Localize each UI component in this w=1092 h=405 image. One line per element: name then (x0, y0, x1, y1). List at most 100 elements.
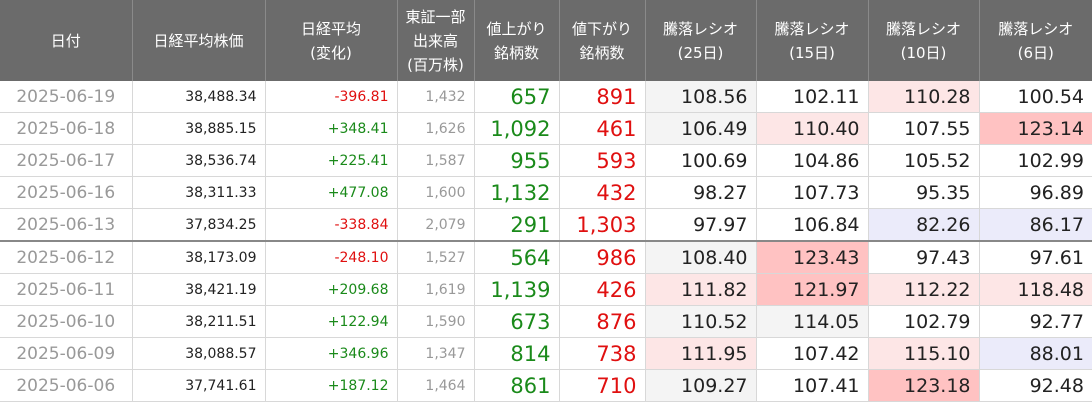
ratio-25-cell: 108.56 (645, 81, 757, 113)
ratio-6-cell: 118.48 (979, 273, 1092, 306)
decliners-cell: 710 (559, 369, 646, 402)
date-cell: 2025-06-13 (0, 208, 133, 242)
change-cell: +477.08 (265, 176, 398, 209)
ratio-10-cell: 105.52 (868, 144, 980, 177)
header-decliners: 値下がり 銘柄数 (559, 0, 646, 81)
decliners-cell: 432 (559, 176, 646, 209)
ratio-10-cell: 112.22 (868, 273, 980, 306)
volume-cell: 1,600 (397, 176, 475, 209)
volume-cell: 1,347 (397, 337, 475, 370)
change-cell: +209.68 (265, 273, 398, 306)
decliners-cell: 891 (559, 81, 646, 113)
ratio-10-cell: 123.18 (868, 369, 980, 402)
volume-cell: 2,079 (397, 208, 475, 242)
date-cell: 2025-06-10 (0, 305, 133, 338)
ratio-10-cell: 82.26 (868, 208, 980, 242)
price-cell: 38,173.09 (132, 240, 266, 274)
ratio-25-cell: 97.97 (645, 208, 757, 242)
ratio-15-cell: 107.73 (756, 176, 869, 209)
ratio-15-cell: 121.97 (756, 273, 869, 306)
table-row: 2025-06-16 38,311.33 +477.08 1,600 1,132… (0, 176, 1092, 209)
ratio-25-cell: 100.69 (645, 144, 757, 177)
header-ratio-25: 騰落レシオ (25日) (645, 0, 757, 81)
decliners-cell: 593 (559, 144, 646, 177)
change-cell: +122.94 (265, 305, 398, 338)
ratio-6-cell: 96.89 (979, 176, 1092, 209)
table-row: 2025-06-10 38,211.51 +122.94 1,590 673 8… (0, 305, 1092, 338)
advancers-cell: 673 (474, 305, 560, 338)
table-row: 2025-06-19 38,488.34 -396.81 1,432 657 8… (0, 81, 1092, 113)
date-cell: 2025-06-12 (0, 240, 133, 274)
table-row: 2025-06-06 37,741.61 +187.12 1,464 861 7… (0, 369, 1092, 402)
table-row: 2025-06-11 38,421.19 +209.68 1,619 1,139… (0, 273, 1092, 306)
ratio-15-cell: 110.40 (756, 112, 869, 145)
ratio-25-cell: 106.49 (645, 112, 757, 145)
ratio-6-cell: 100.54 (979, 81, 1092, 113)
date-cell: 2025-06-09 (0, 337, 133, 370)
decliners-cell: 426 (559, 273, 646, 306)
advancers-cell: 564 (474, 240, 560, 274)
change-cell: -338.84 (265, 208, 398, 242)
ratio-15-cell: 102.11 (756, 81, 869, 113)
price-cell: 38,421.19 (132, 273, 266, 306)
change-cell: +348.41 (265, 112, 398, 145)
advancers-cell: 861 (474, 369, 560, 402)
ratio-15-cell: 123.43 (756, 240, 869, 274)
table-row: 2025-06-09 38,088.57 +346.96 1,347 814 7… (0, 337, 1092, 370)
ratio-6-cell: 123.14 (979, 112, 1092, 145)
ratio-10-cell: 95.35 (868, 176, 980, 209)
ratio-15-cell: 106.84 (756, 208, 869, 242)
header-ratio-15: 騰落レシオ (15日) (756, 0, 869, 81)
ratio-10-cell: 107.55 (868, 112, 980, 145)
ratio-15-cell: 114.05 (756, 305, 869, 338)
change-cell: +346.96 (265, 337, 398, 370)
price-cell: 37,834.25 (132, 208, 266, 242)
date-cell: 2025-06-16 (0, 176, 133, 209)
ratio-6-cell: 88.01 (979, 337, 1092, 370)
ratio-10-cell: 110.28 (868, 81, 980, 113)
header-nikkei-change: 日経平均 (変化) (265, 0, 398, 81)
price-cell: 38,088.57 (132, 337, 266, 370)
date-cell: 2025-06-17 (0, 144, 133, 177)
decliners-cell: 876 (559, 305, 646, 338)
decliners-cell: 986 (559, 240, 646, 274)
ratio-25-cell: 110.52 (645, 305, 757, 338)
ratio-6-cell: 97.61 (979, 240, 1092, 274)
price-cell: 37,741.61 (132, 369, 266, 402)
decliners-cell: 1,303 (559, 208, 646, 242)
header-advancers: 値上がり 銘柄数 (474, 0, 560, 81)
table-row: 2025-06-13 37,834.25 -338.84 2,079 291 1… (0, 208, 1092, 242)
header-volume: 東証一部 出来高 (百万株) (397, 0, 475, 81)
price-cell: 38,211.51 (132, 305, 266, 338)
ratio-15-cell: 107.42 (756, 337, 869, 370)
change-cell: -248.10 (265, 240, 398, 274)
header-ratio-6: 騰落レシオ (6日) (979, 0, 1092, 81)
change-cell: -396.81 (265, 81, 398, 113)
advancers-cell: 291 (474, 208, 560, 242)
volume-cell: 1,619 (397, 273, 475, 306)
decliners-cell: 461 (559, 112, 646, 145)
volume-cell: 1,464 (397, 369, 475, 402)
volume-cell: 1,527 (397, 240, 475, 274)
advancers-cell: 657 (474, 81, 560, 113)
table-row: 2025-06-18 38,885.15 +348.41 1,626 1,092… (0, 112, 1092, 145)
header-date: 日付 (0, 0, 133, 81)
ratio-25-cell: 111.82 (645, 273, 757, 306)
change-cell: +225.41 (265, 144, 398, 177)
date-cell: 2025-06-11 (0, 273, 133, 306)
header-ratio-10: 騰落レシオ (10日) (868, 0, 980, 81)
market-breadth-table: 日付 日経平均株価 日経平均 (変化) 東証一部 出来高 (百万株) 値上がり 銘柄数 … (0, 0, 1092, 402)
ratio-6-cell: 92.77 (979, 305, 1092, 338)
ratio-25-cell: 98.27 (645, 176, 757, 209)
header-row: 日付 日経平均株価 日経平均 (変化) 東証一部 出来高 (百万株) 値上がり 銘柄数 … (0, 0, 1092, 81)
ratio-6-cell: 102.99 (979, 144, 1092, 177)
advancers-cell: 955 (474, 144, 560, 177)
date-cell: 2025-06-06 (0, 369, 133, 402)
ratio-10-cell: 102.79 (868, 305, 980, 338)
ratio-6-cell: 86.17 (979, 208, 1092, 242)
ratio-25-cell: 108.40 (645, 240, 757, 274)
advancers-cell: 814 (474, 337, 560, 370)
advancers-cell: 1,092 (474, 112, 560, 145)
table-row: 2025-06-17 38,536.74 +225.41 1,587 955 5… (0, 144, 1092, 177)
ratio-15-cell: 107.41 (756, 369, 869, 402)
